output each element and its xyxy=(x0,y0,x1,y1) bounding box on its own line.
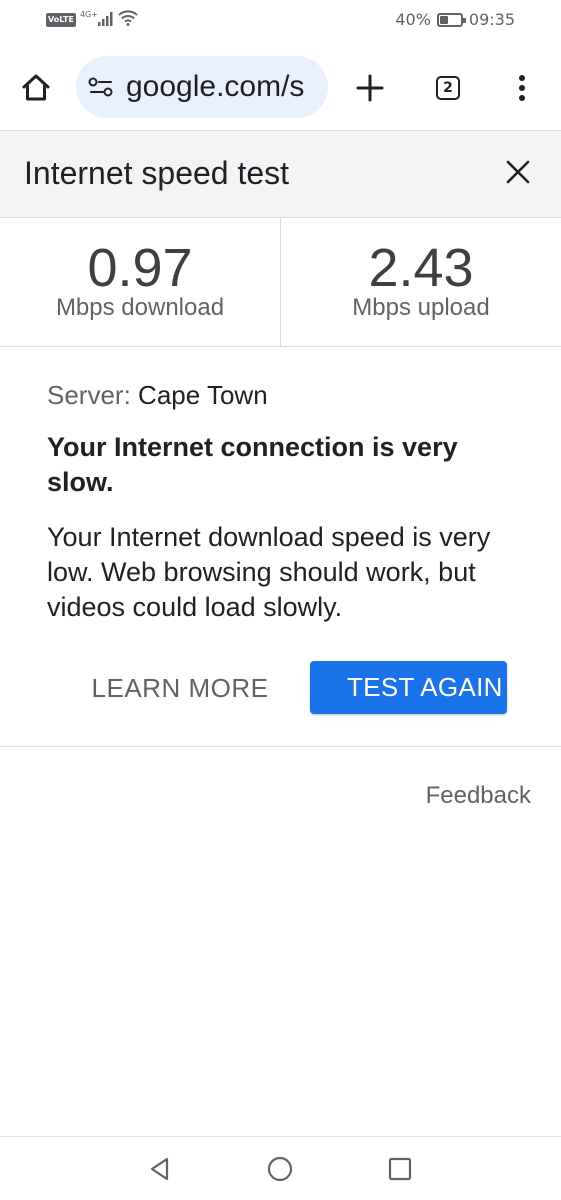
wifi-icon xyxy=(118,10,138,30)
speed-verdict: Your Internet connection is very slow. xyxy=(47,432,458,497)
system-nav-bar xyxy=(0,1136,561,1200)
url-bar[interactable]: google.com/s xyxy=(76,56,328,118)
site-settings-icon[interactable] xyxy=(88,76,114,102)
battery-percent: 40% xyxy=(395,10,431,29)
tab-count: 2 xyxy=(436,76,460,100)
close-icon xyxy=(506,160,530,184)
new-tab-button[interactable] xyxy=(348,66,392,110)
tab-switcher-button[interactable]: 2 xyxy=(426,66,470,110)
learn-more-button[interactable]: LEARN MORE xyxy=(72,662,288,714)
signal-icon xyxy=(97,11,114,30)
speed-test-header: Internet speed test xyxy=(0,131,561,218)
more-menu-button[interactable] xyxy=(500,66,544,110)
home-button[interactable] xyxy=(14,66,58,110)
more-vert-icon xyxy=(519,75,525,101)
plus-icon xyxy=(356,74,384,102)
feedback-link[interactable]: Feedback xyxy=(426,782,531,810)
server-line: Server: Cape Town xyxy=(47,378,517,412)
speed-results: 0.97 Mbps download 2.43 Mbps upload xyxy=(0,218,561,347)
download-unit: Mbps download xyxy=(55,294,225,321)
upload-unit: Mbps upload xyxy=(352,294,490,321)
back-triangle-icon xyxy=(150,1157,169,1181)
battery-fill xyxy=(439,15,448,24)
divider xyxy=(0,746,561,747)
recents-square-icon xyxy=(388,1157,412,1181)
status-bar: VoLTE 4G+ 40% 09:35 xyxy=(0,0,561,44)
clock: 09:35 xyxy=(468,10,515,29)
server-value: Cape Town xyxy=(138,380,268,410)
download-result: 0.97 Mbps download xyxy=(0,218,281,346)
home-icon xyxy=(22,74,50,101)
screen: VoLTE 4G+ 40% 09:35 google.com/s 2 Inter… xyxy=(0,0,561,1200)
speed-info: Server: Cape Town Your Internet connecti… xyxy=(47,378,517,625)
speed-description: Your Internet download speed is very low… xyxy=(47,522,491,622)
nav-recents-button[interactable] xyxy=(380,1149,420,1189)
upload-value: 2.43 xyxy=(368,238,474,298)
close-button[interactable] xyxy=(496,150,540,194)
network-type: 4G+ xyxy=(79,9,98,19)
test-again-button[interactable]: TEST AGAIN xyxy=(310,661,507,714)
status-right: 40% 09:35 xyxy=(395,10,515,29)
battery-icon xyxy=(436,12,466,27)
download-value: 0.97 xyxy=(87,238,193,298)
status-left: VoLTE 4G+ xyxy=(46,10,138,30)
nav-back-button[interactable] xyxy=(140,1149,180,1189)
upload-result: 2.43 Mbps upload xyxy=(281,218,561,346)
nav-home-button[interactable] xyxy=(260,1149,300,1189)
url-text[interactable]: google.com/s xyxy=(126,70,304,104)
panel-title: Internet speed test xyxy=(24,155,290,191)
browser-toolbar: google.com/s 2 xyxy=(0,44,561,131)
home-circle-icon xyxy=(267,1156,293,1182)
server-label: Server: xyxy=(47,380,131,410)
volte-badge: VoLTE xyxy=(46,13,76,27)
